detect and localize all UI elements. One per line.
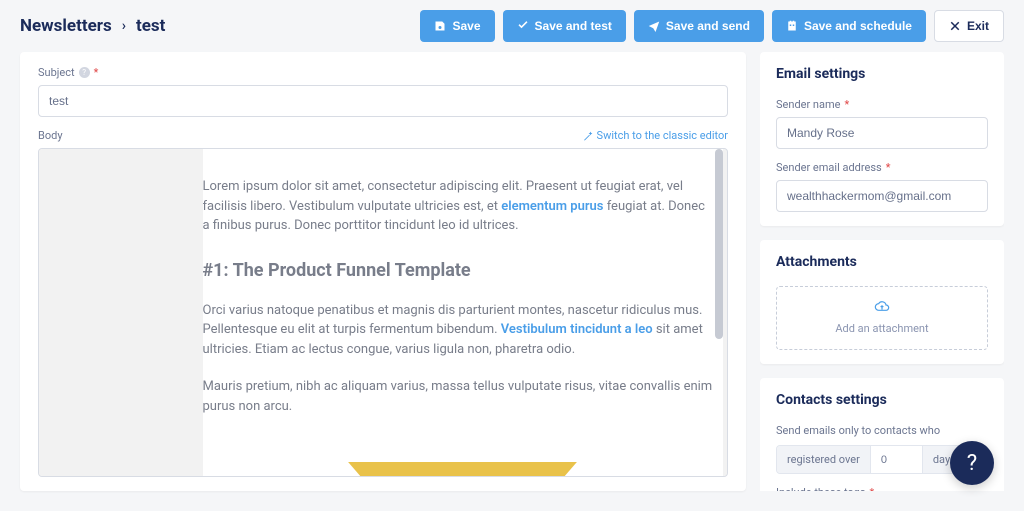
email-settings-panel: Email settings Sender name* Sender email… (760, 52, 1004, 226)
sender-email-input[interactable] (776, 180, 988, 212)
info-icon[interactable]: ? (79, 67, 90, 78)
breadcrumb-newsletters-link[interactable]: Newsletters (20, 16, 112, 36)
subject-label: Subject ? * (38, 66, 728, 79)
body-editor[interactable]: Lorem ipsum dolor sit amet, consectetur … (38, 148, 728, 477)
save-and-schedule-button[interactable]: Save and schedule (772, 10, 926, 42)
save-icon (434, 20, 446, 32)
email-canvas[interactable]: Lorem ipsum dolor sit amet, consectetur … (203, 149, 723, 476)
body-paragraph[interactable]: Orci varius natoque penatibus et magnis … (203, 301, 723, 360)
body-link-1[interactable]: elementum purus (501, 199, 603, 214)
question-icon: ? (967, 451, 977, 476)
check-icon (517, 20, 529, 32)
breadcrumb: Newsletters › test (20, 16, 165, 36)
wand-icon (583, 131, 593, 141)
send-icon (648, 20, 660, 32)
cloud-upload-icon (791, 301, 973, 317)
body-link-2[interactable]: Vestibulum tincidunt a leo (501, 322, 653, 337)
chevron-right-icon: › (122, 18, 126, 34)
funnel-graphic: Offer on (333, 462, 593, 476)
attachments-panel: Attachments Add an attachment (760, 240, 1004, 364)
calendar-icon (786, 20, 798, 32)
sender-email-label: Sender email address* (776, 161, 988, 174)
panel-title: Contacts settings (776, 392, 988, 408)
editor-panel: Subject ? * Body Switch to the classic e… (20, 52, 746, 491)
subject-input[interactable] (38, 85, 728, 117)
include-tags-label: Include these tags* (776, 486, 988, 491)
sender-name-label: Sender name* (776, 98, 988, 111)
save-button[interactable]: Save (420, 10, 494, 42)
add-attachment-button[interactable]: Add an attachment (776, 286, 988, 350)
exit-button[interactable]: Exit (934, 10, 1004, 42)
body-paragraph[interactable]: Mauris pretium, nibh ac aliquam varius, … (203, 377, 723, 416)
save-and-test-button[interactable]: Save and test (503, 10, 626, 42)
panel-title: Email settings (776, 66, 988, 82)
body-heading[interactable]: #1: The Product Funnel Template (203, 260, 723, 281)
panel-title: Attachments (776, 254, 988, 270)
switch-classic-editor-link[interactable]: Switch to the classic editor (583, 129, 728, 142)
registered-over-select[interactable]: registered over (777, 446, 871, 473)
breadcrumb-current: test (136, 16, 165, 36)
editor-scrollbar[interactable] (715, 149, 723, 339)
days-input[interactable] (881, 454, 912, 466)
sender-name-input[interactable] (776, 117, 988, 149)
contacts-only-label: Send emails only to contacts who (776, 424, 988, 437)
header-actions: Save Save and test Save and send Save an… (420, 10, 1004, 42)
close-icon (949, 20, 961, 32)
body-label: Body (38, 129, 63, 142)
save-and-send-button[interactable]: Save and send (634, 10, 764, 42)
body-paragraph[interactable]: Lorem ipsum dolor sit amet, consectetur … (203, 177, 723, 236)
help-chat-button[interactable]: ? (950, 441, 994, 485)
